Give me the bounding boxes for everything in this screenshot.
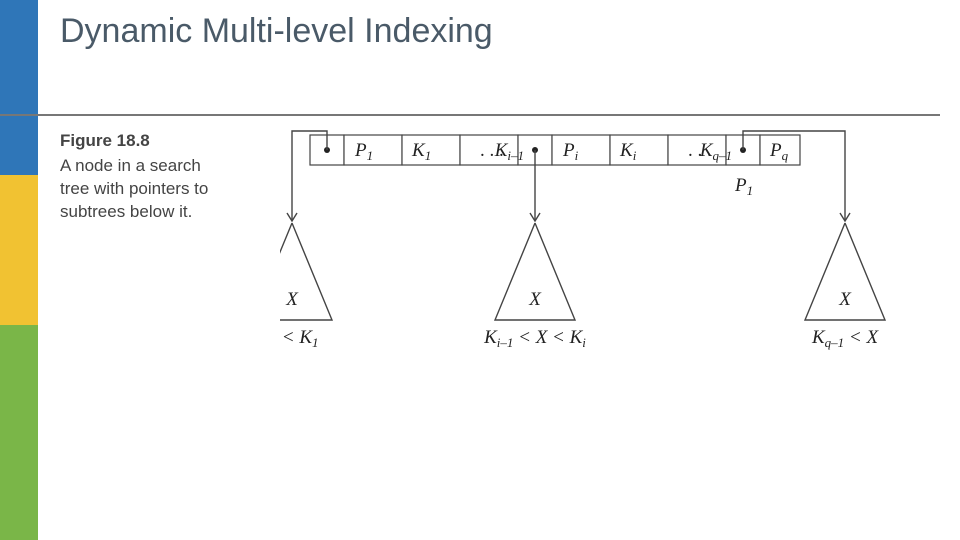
figure-text: A node in a search tree with pointers to… xyxy=(60,156,208,221)
subtree-left: X X < K1 xyxy=(280,223,332,350)
svg-text:X: X xyxy=(528,289,542,310)
svg-text:X: X xyxy=(838,289,852,310)
svg-text:X: X xyxy=(285,289,299,310)
subtree-middle: X Ki–1 < X < Ki xyxy=(483,223,586,350)
svg-text:Kq–1 < X: Kq–1 < X xyxy=(811,327,880,350)
subtree-right: X Kq–1 < X xyxy=(805,223,885,350)
page-title: Dynamic Multi-level Indexing xyxy=(60,12,493,51)
svg-text:Ki–1 < X < Ki: Ki–1 < X < Ki xyxy=(483,327,586,350)
header-rule xyxy=(0,114,940,116)
figure-caption: Figure 18.8 A node in a search tree with… xyxy=(60,130,230,224)
sidebar-blue xyxy=(0,0,38,175)
svg-text:X < K1: X < K1 xyxy=(280,327,319,350)
extra-pointer-label: P1 xyxy=(734,175,753,198)
sidebar-accent xyxy=(0,0,38,540)
sidebar-yellow xyxy=(0,175,38,325)
search-tree-diagram: P1 K1 . . . Ki–1 Pi Ki . . . Kq–1 Pq P1 … xyxy=(280,125,940,385)
sidebar-green xyxy=(0,325,38,540)
node-row: P1 K1 . . . Ki–1 Pi Ki . . . Kq–1 Pq xyxy=(310,135,800,165)
figure-ref: Figure 18.8 xyxy=(60,130,230,153)
